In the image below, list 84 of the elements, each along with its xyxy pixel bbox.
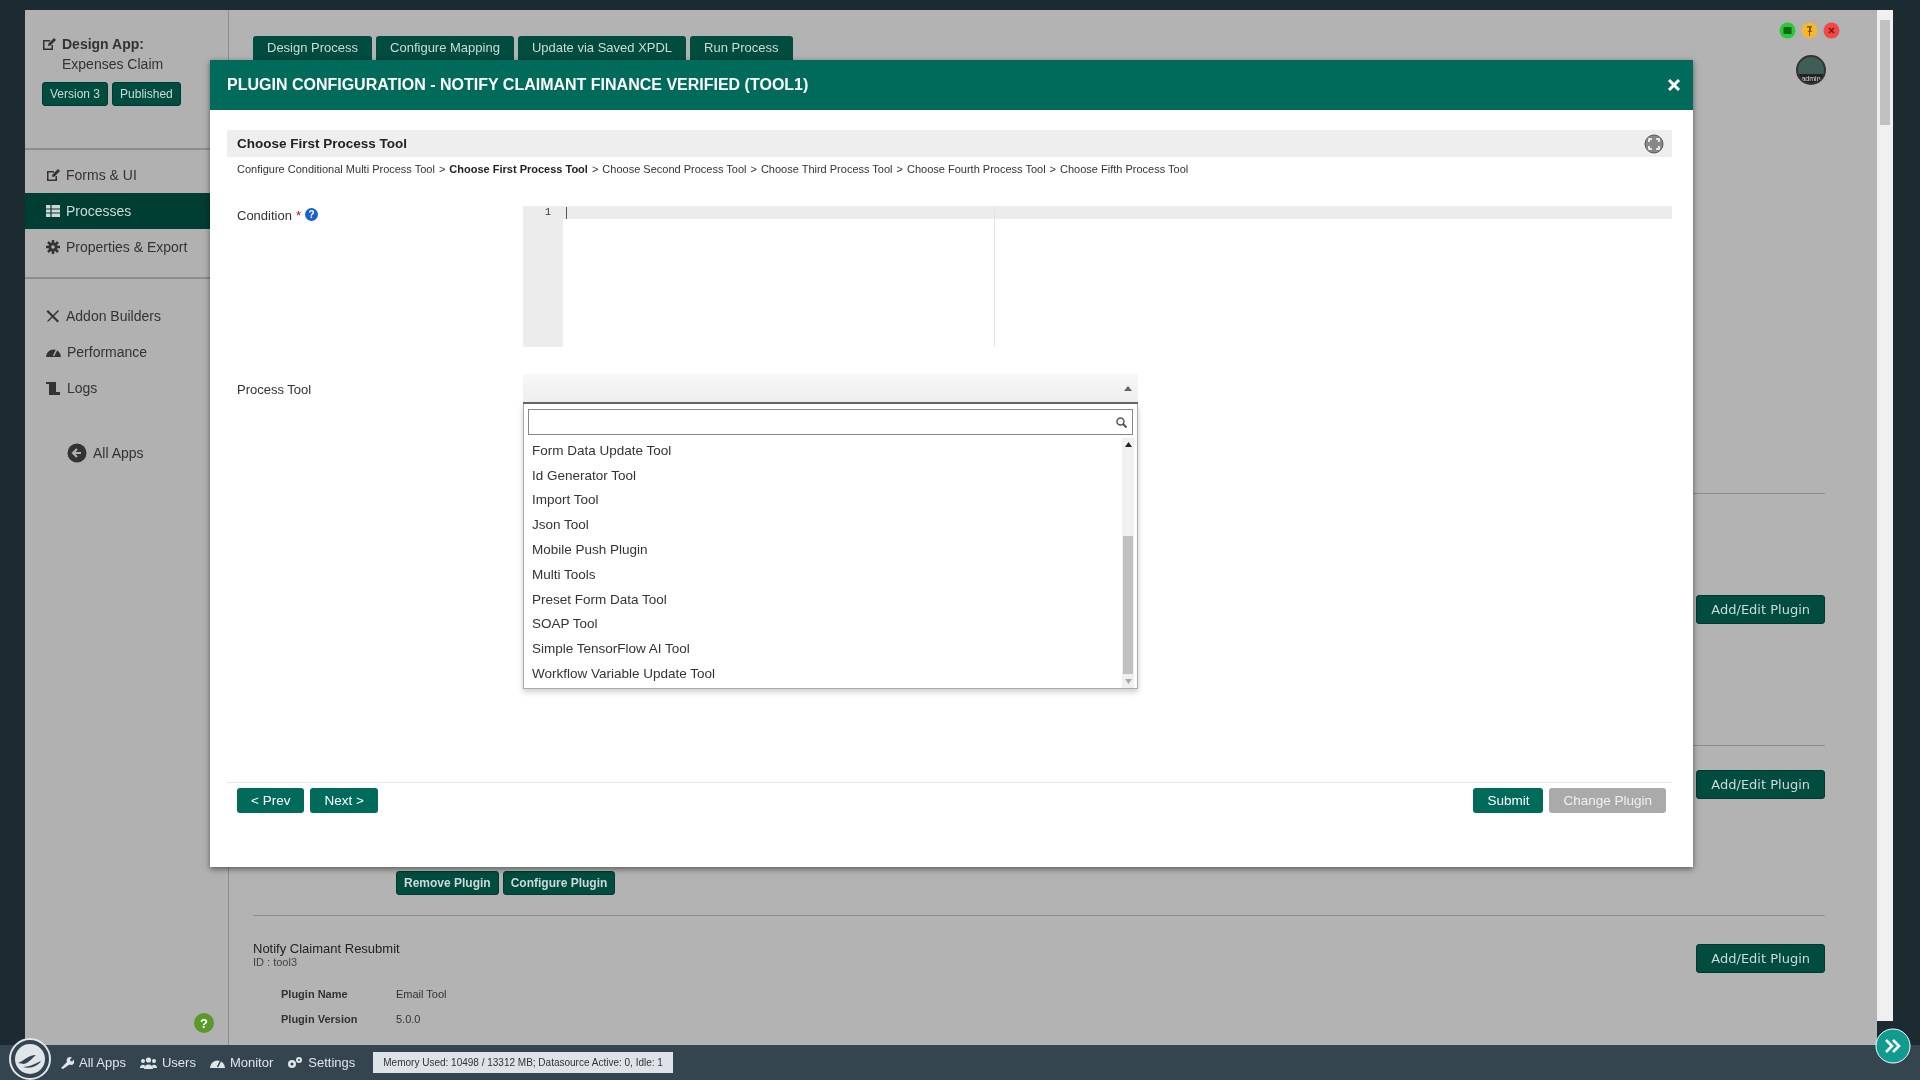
breadcrumb-step[interactable]: Choose Second Process Tool [602,163,747,175]
scroll-up-icon[interactable] [1124,442,1132,447]
step-title: Choose First Process Tool [237,136,408,151]
detail-label: Plugin Name [281,988,349,1000]
line-number: 1 [544,206,552,219]
sidebar-item[interactable]: Addon Builders [25,298,228,334]
list-scrollbar[interactable] [1122,438,1134,688]
edit-icon [46,168,60,182]
app-heading: Design App: [62,36,144,52]
breadcrumb-separator: > [591,163,599,175]
plugin-action-button[interactable]: Remove Plugin [396,871,499,895]
plugin-title: Notify Claimant Resubmit [253,941,401,956]
table-icon [46,205,60,217]
taskbar-item[interactable]: All Apps [60,1055,126,1070]
badge: Published [112,82,181,106]
breadcrumb-step[interactable]: Choose Fifth Process Tool [1060,163,1189,175]
process-tab[interactable]: Configure Mapping [376,36,514,60]
dropdown-option[interactable]: SOAP Tool [524,611,1122,637]
expand-button-icon[interactable] [1875,1028,1911,1064]
process-tab[interactable]: Design Process [253,36,373,60]
app-name: Expenses Claim [62,56,165,72]
breadcrumb-step[interactable]: Choose First Process Tool [449,163,588,175]
breadcrumb-separator: > [438,163,446,175]
required-mark: * [295,208,301,223]
close-icon[interactable] [1667,78,1681,92]
nav-button[interactable]: < Prev [237,788,305,813]
dropdown-option[interactable]: Multi Tools [524,562,1122,587]
breadcrumb-step[interactable]: Choose Fourth Process Tool [907,163,1046,175]
memory-status: Memory Used: 10498 / 13312 MB; Datasource Active: 0, Idle: 1 [373,1052,673,1073]
submit-button[interactable]: Submit [1473,788,1544,813]
dropdown-option[interactable]: Mobile Push Plugin [524,537,1122,562]
logo-icon[interactable] [9,1038,51,1080]
plugin-id: ID : tool3 [253,956,299,968]
breadcrumb-separator: > [750,163,757,175]
dropdown-option[interactable]: Form Data Update Tool [524,438,1122,463]
taskbar-item[interactable]: Settings [287,1055,356,1070]
maximize-icon[interactable] [1779,22,1796,39]
text-cursor [566,207,567,219]
gear-icon [46,240,60,254]
scrollbar-thumb[interactable] [1880,20,1890,125]
add-edit-plugin-button[interactable]: Add/Edit Plugin [1696,944,1825,973]
detail-value: 5.0.0 [396,1013,422,1025]
process-tool-select[interactable] [523,374,1138,404]
breadcrumb-separator: > [896,163,903,175]
add-edit-plugin-button[interactable]: Add/Edit Plugin [1696,595,1825,624]
detail-label: Plugin Version [281,1013,359,1025]
scroll-down-icon[interactable] [1124,679,1132,684]
dropdown-option[interactable]: Import Tool [524,487,1122,513]
dropdown-option[interactable]: Workflow Variable Update Tool [524,661,1122,686]
search-icon [1116,416,1127,428]
dropdown-option[interactable]: Json Tool [524,512,1122,538]
caret-icon [1124,385,1132,391]
help-icon[interactable]: ? [305,208,318,221]
taskbar-item[interactable]: Monitor [209,1055,274,1070]
plugin-action-button[interactable]: Configure Plugin [502,871,616,895]
breadcrumb-step[interactable]: Configure Conditional Multi Process Tool [237,163,435,175]
dropdown-option[interactable]: Id Generator Tool [524,462,1122,488]
search-field[interactable] [528,409,1133,435]
field-label: Condition [237,208,292,223]
taskbar-item[interactable]: Users [140,1055,196,1070]
process-tab[interactable]: Update via Saved XPDL [517,36,687,60]
add-edit-plugin-button[interactable]: Add/Edit Plugin [1696,770,1825,799]
sidebar-item[interactable]: Forms & UI [25,157,228,193]
fullscreen-icon[interactable] [1644,133,1664,154]
detail-value: Email Tool [396,988,447,1000]
scrollbar-thumb[interactable] [1123,536,1133,674]
pin-icon[interactable] [1801,22,1818,39]
dropdown-option[interactable]: Preset Form Data Tool [524,586,1122,612]
edit-icon [42,37,56,51]
scrollbar[interactable] [1877,10,1893,1021]
users-icon [140,1056,157,1069]
dropdown-option[interactable]: Simple TensorFlow AI Tool [524,636,1122,662]
gears-icon [287,1055,304,1070]
breadcrumb-separator: > [1049,163,1057,175]
process-tab[interactable]: Run Process [690,36,793,60]
close-icon[interactable] [1823,22,1840,39]
wrench-icon [60,1055,74,1070]
field-label: Process Tool [237,382,312,397]
nav-button[interactable]: Next > [310,788,378,813]
sidebar-item[interactable]: Logs [25,370,228,406]
breadcrumb-step[interactable]: Choose Third Process Tool [760,163,893,175]
dialog-title: PLUGIN CONFIGURATION - NOTIFY CLAIMANT FINANCE VERIFIED (TOOL1) [227,76,809,94]
code-editor[interactable]: 1 [523,206,1672,347]
badge: Version 3 [42,82,109,106]
